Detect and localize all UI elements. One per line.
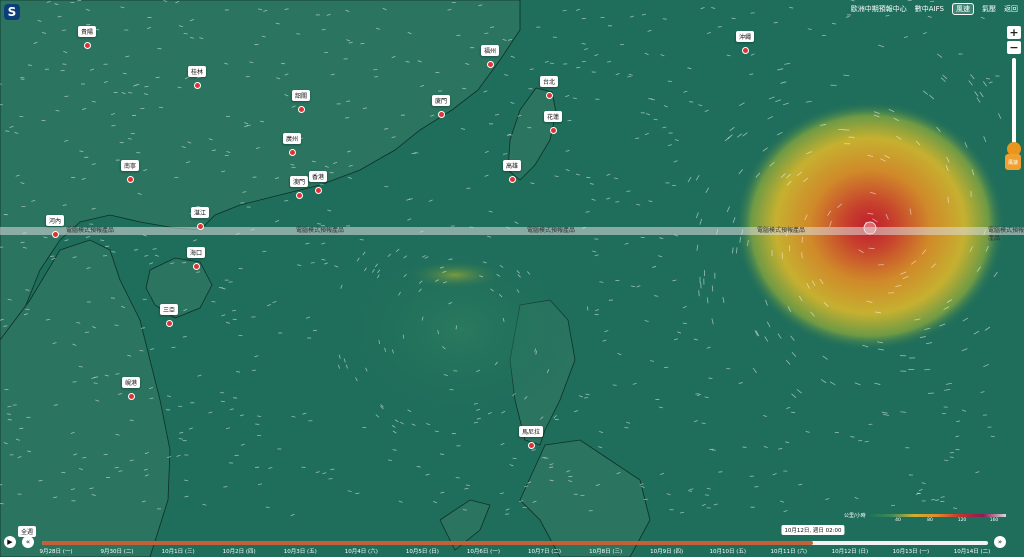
wind-streak — [155, 76, 160, 79]
zoom-out-button[interactable]: − — [1007, 41, 1021, 54]
timeline-progress — [42, 541, 813, 545]
timeline-tick-label[interactable]: 10月6日 (一) — [467, 547, 500, 555]
agency-link[interactable]: 歐洲中期預報中心 — [851, 4, 907, 14]
timeline-tick-label[interactable]: 10月7日 (二) — [528, 547, 561, 555]
wind-streak — [868, 247, 875, 250]
wind-streak — [373, 68, 378, 71]
zoom-in-button[interactable]: + — [1007, 26, 1021, 39]
timeline-tick-label[interactable]: 10月14日 (二) — [954, 547, 991, 555]
timeline-tick-label[interactable]: 10月5日 (日) — [406, 547, 439, 555]
wind-streak — [439, 453, 445, 455]
model-link[interactable]: 數中AIFS — [915, 4, 944, 14]
timeline-current-tooltip: 10月12日, 週日 02:00 — [781, 525, 845, 535]
wind-streak — [682, 322, 687, 325]
back-link[interactable]: 返回 — [1004, 4, 1018, 14]
wind-streak — [359, 239, 364, 241]
legend-unit: 公里/小時 — [844, 513, 866, 519]
app-logo[interactable]: S — [4, 4, 20, 20]
watermark-text: 電腦模式預報產品 — [296, 227, 345, 234]
layer-toggle-button[interactable]: 風速 — [1005, 154, 1021, 170]
legend-tick-label: 160 — [989, 518, 999, 523]
wind-map[interactable] — [0, 0, 1024, 557]
wind-streak — [455, 477, 460, 479]
zoom-controls: + − — [1007, 26, 1021, 54]
watermark-text: 電腦模式預報產品 — [988, 227, 1024, 242]
wind-legend: 公里/小時 40 80 120 160 — [844, 512, 1006, 524]
wind-patch — [405, 260, 505, 290]
wind-streak — [464, 488, 469, 490]
watermark-text: 電腦模式預報產品 — [757, 227, 806, 234]
wind-streak — [512, 457, 517, 460]
wind-streak — [317, 223, 322, 225]
wind-streak — [462, 509, 467, 511]
timeline-tick-label[interactable]: 10月11日 (六) — [771, 547, 808, 555]
watermark-band — [0, 227, 1024, 235]
timeline-tick-label[interactable]: 10月12日 (日) — [832, 547, 869, 555]
play-icon[interactable]: ▶ — [4, 536, 16, 548]
layer-pressure-tab[interactable]: 氣壓 — [982, 4, 996, 14]
wind-streak — [233, 397, 238, 399]
wind-streak — [228, 281, 233, 283]
rewind-icon[interactable]: « — [22, 536, 34, 548]
timeline: 全週 ▶ « » 10月12日, 週日 02:00 9月28日 (一) 9月30日… — [0, 522, 1024, 557]
wind-streak — [643, 498, 648, 501]
wind-streak — [581, 43, 586, 45]
timeline-track[interactable] — [42, 541, 988, 545]
layer-wind-tab[interactable]: 風速 — [952, 3, 974, 15]
wind-streak — [505, 513, 510, 515]
wind-streak — [801, 236, 803, 243]
watermark-text: 電腦模式預報產品 — [66, 227, 115, 234]
timeline-tick-label[interactable]: 10月2日 (四) — [223, 547, 256, 555]
wind-streak — [640, 236, 645, 239]
wind-streak — [84, 331, 90, 333]
wind-streak — [711, 285, 714, 292]
legend-tick-label: 120 — [957, 518, 967, 523]
timeline-tick-label[interactable]: 10月1日 (三) — [162, 547, 195, 555]
zoom-slider[interactable] — [1012, 58, 1016, 150]
timeline-tick-label[interactable]: 10月4日 (六) — [345, 547, 378, 555]
wind-streak — [346, 100, 351, 102]
legend-color-bar — [868, 514, 1006, 517]
timeline-tick-label[interactable]: 10月10日 (五) — [709, 547, 746, 555]
timeline-tick-label[interactable]: 10月9日 (四) — [650, 547, 683, 555]
wind-streak — [111, 251, 116, 253]
wind-streak — [211, 301, 216, 303]
top-menu: 歐洲中期預報中心 數中AIFS 風速 氣壓 返回 — [851, 3, 1018, 15]
legend-tick-label: 40 — [895, 518, 901, 523]
legend-tick-label: 80 — [927, 518, 933, 523]
timeline-tick-label[interactable]: 10月13日 (一) — [893, 547, 930, 555]
watermark-text: 電腦模式預報產品 — [527, 227, 576, 234]
timeline-tick-label[interactable]: 9月28日 (一) — [39, 547, 72, 555]
timeline-ticks: 9月28日 (一) 9月30日 (二) 10月1日 (三) 10月2日 (四) 10月3… — [39, 547, 991, 557]
timeline-tick-label[interactable]: 10月8日 (三) — [589, 547, 622, 555]
wind-streak — [312, 329, 317, 332]
timeline-tick-label[interactable]: 10月3日 (五) — [284, 547, 317, 555]
wind-streak — [280, 62, 286, 65]
timeline-tick-label[interactable]: 9月30日 (二) — [101, 547, 134, 555]
forward-icon[interactable]: » — [994, 536, 1006, 548]
wind-streak — [129, 419, 134, 421]
